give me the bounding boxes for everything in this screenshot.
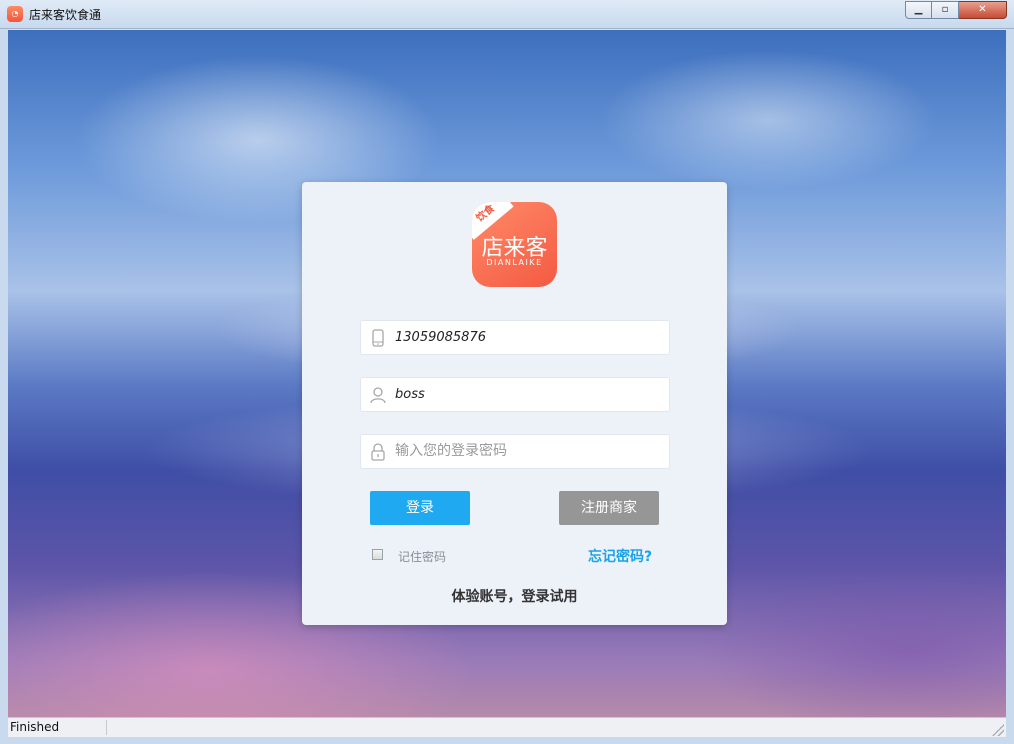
close-icon[interactable]: ✕ xyxy=(959,1,1007,19)
register-merchant-button[interactable]: 注册商家 xyxy=(559,491,659,525)
remember-password-checkbox[interactable] xyxy=(372,549,383,560)
login-card: 饮食 店来客 DIANLAIKE 13059085876 boss 登录 注册商… xyxy=(302,182,727,625)
status-divider xyxy=(106,720,107,735)
window-title: 店来客饮食通 xyxy=(29,8,102,22)
username-field xyxy=(360,377,670,412)
lock-icon xyxy=(371,443,385,461)
status-text: Finished xyxy=(10,720,60,734)
dianlaike-logo: 饮食 店来客 DIANLAIKE xyxy=(472,202,557,287)
user-icon xyxy=(370,387,386,404)
username-input[interactable] xyxy=(395,378,663,411)
password-input[interactable] xyxy=(395,435,663,468)
status-bar: Finished xyxy=(8,717,1006,737)
resize-grip-icon[interactable] xyxy=(992,724,1004,736)
forgot-password-link[interactable]: 忘记密码? xyxy=(588,546,652,566)
title-bar: ◔ 店来客饮食通 ▁ ▫ ✕ xyxy=(0,0,1014,29)
phone-icon xyxy=(372,329,384,347)
maximize-icon[interactable]: ▫ xyxy=(932,1,959,19)
remember-password-label: 记住密码 xyxy=(398,550,447,564)
phone-input[interactable] xyxy=(395,321,663,354)
logo-sub-text: DIANLAIKE xyxy=(486,258,543,267)
login-button[interactable]: 登录 xyxy=(370,491,470,525)
background-content: 饮食 店来客 DIANLAIKE 13059085876 boss 登录 注册商… xyxy=(8,30,1006,717)
password-field xyxy=(360,434,670,469)
minimize-icon[interactable]: ▁ xyxy=(905,1,932,19)
trial-account-link[interactable]: 体验账号，登录试用 xyxy=(302,586,727,606)
app-logo-icon: ◔ xyxy=(7,6,23,22)
window-controls: ▁ ▫ ✕ xyxy=(905,1,1007,20)
phone-field xyxy=(360,320,670,355)
